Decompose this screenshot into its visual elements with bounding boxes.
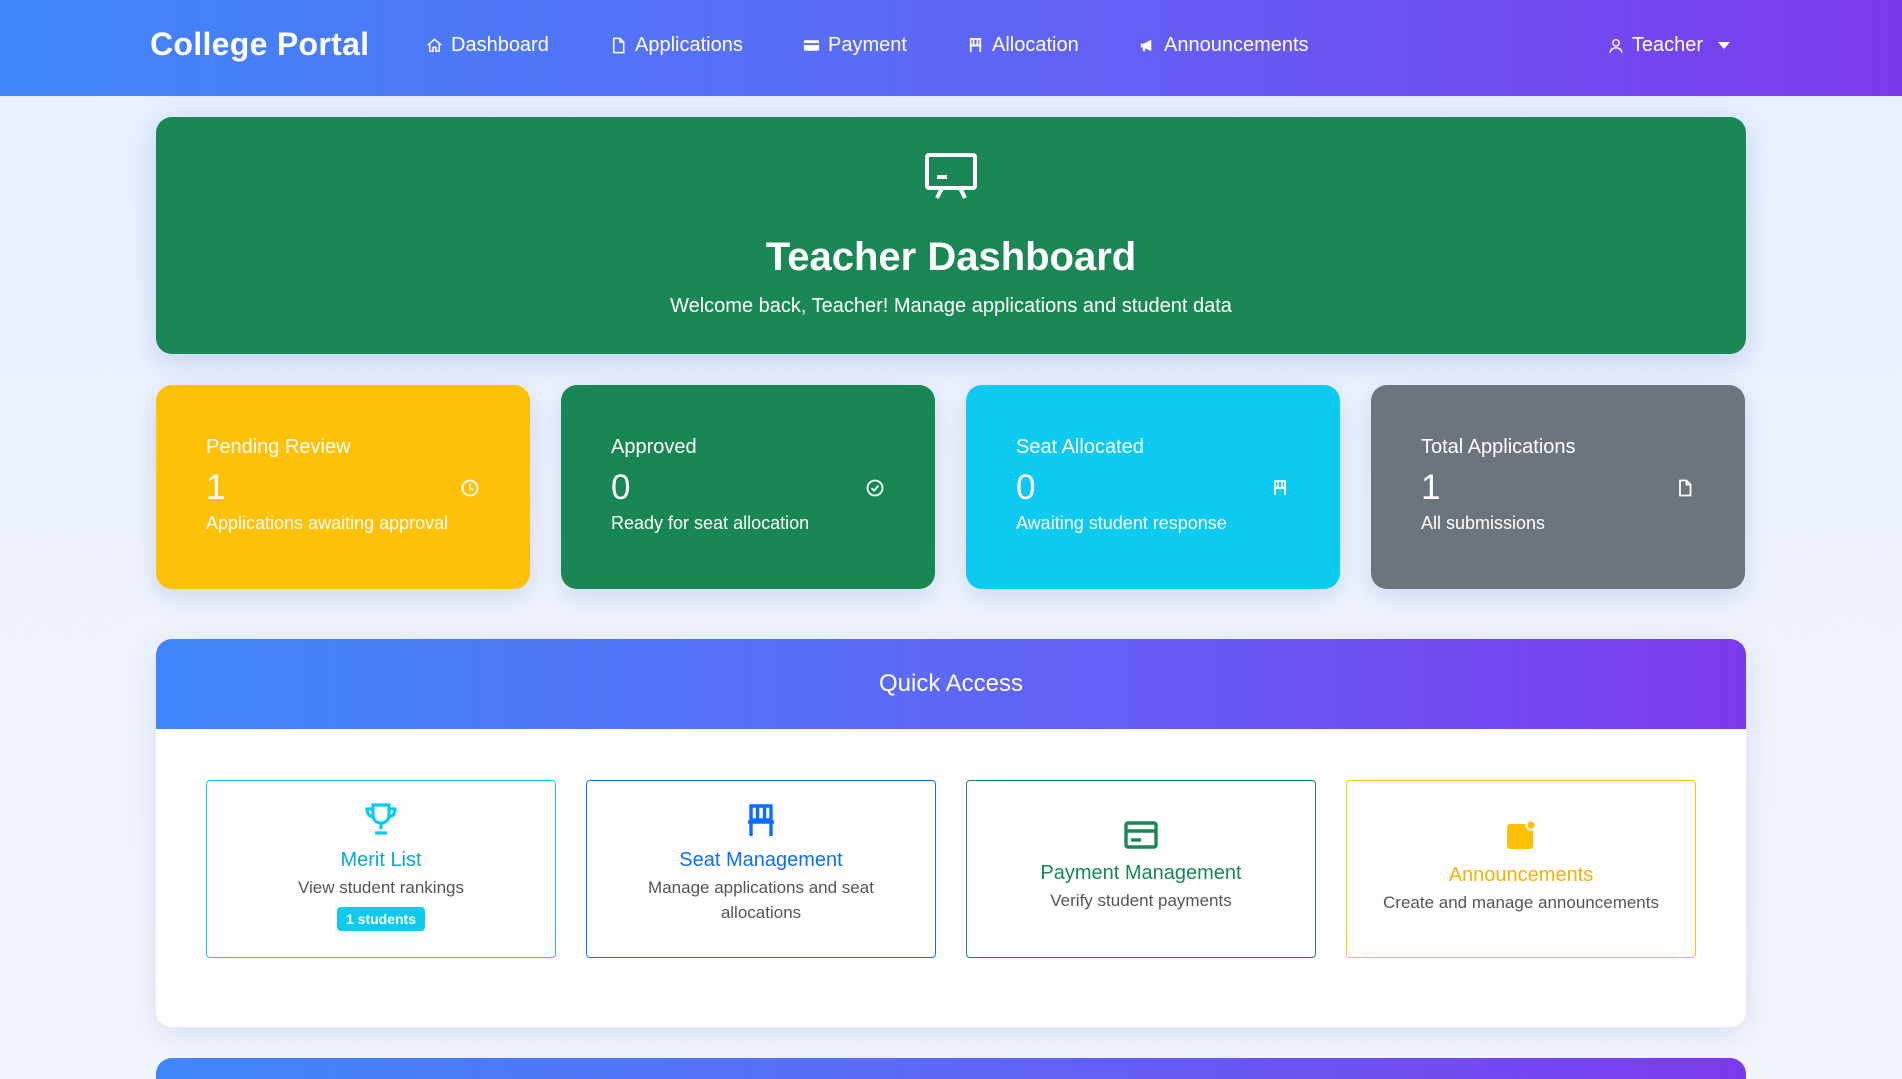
page-subtitle: Welcome back, Teacher! Manage applicatio…	[670, 295, 1232, 317]
clock-icon	[461, 479, 479, 497]
nav-item-dashboard[interactable]: Dashboard	[425, 34, 549, 57]
user-name: Teacher	[1631, 34, 1703, 56]
nav-item-payment[interactable]: Payment	[802, 34, 907, 57]
stat-label: Pending Review	[206, 436, 351, 458]
tile-description: Manage applications and seat allocations	[648, 878, 874, 922]
nav-label-dashboard: Dashboard	[451, 34, 549, 56]
tile-merit-list[interactable]: Merit List View student rankings 1 stude…	[206, 780, 556, 958]
stat-description: Awaiting student response	[1016, 513, 1227, 533]
stat-description: Applications awaiting approval	[206, 513, 449, 533]
stat-value: 0	[1016, 468, 1036, 507]
stat-card-pending: Pending Review 1 Applications awaiting a…	[156, 385, 530, 589]
next-section-header	[156, 1058, 1746, 1079]
stat-label: Total Applications	[1421, 436, 1576, 458]
tile-payment-management[interactable]: Payment Management Verify student paymen…	[966, 780, 1316, 958]
student-count-badge: 1 students	[336, 907, 425, 931]
announcement-icon	[1507, 819, 1537, 849]
nav-label-allocation: Allocation	[992, 34, 1079, 56]
tile-description: Create and manage announcements	[1383, 893, 1659, 912]
stat-card-seat-allocated: Seat Allocated 0 Awaiting student respon…	[966, 385, 1340, 589]
stat-card-approved: Approved 0 Ready for seat allocation	[561, 385, 935, 589]
nav-item-announcements[interactable]: Announcements	[1138, 34, 1309, 57]
check-circle-icon	[866, 479, 884, 497]
quick-access-title: Quick Access	[156, 639, 1746, 729]
stat-value: 1	[1421, 468, 1441, 507]
tile-seat-management[interactable]: Seat Management Manage applications and …	[586, 780, 936, 958]
chair-icon	[1274, 480, 1286, 495]
person-icon	[1609, 38, 1623, 53]
stat-label: Seat Allocated	[1016, 436, 1144, 458]
megaphone-icon	[1140, 39, 1152, 52]
trophy-icon	[365, 803, 397, 835]
brand-logo[interactable]: College Portal	[150, 26, 369, 63]
home-icon	[427, 38, 442, 52]
tile-title: Payment Management	[1040, 862, 1242, 884]
nav-item-applications[interactable]: Applications	[609, 34, 743, 57]
user-dropdown[interactable]: Teacher	[1607, 34, 1730, 57]
stat-value: 1	[206, 468, 226, 507]
page-title: Teacher Dashboard	[765, 235, 1137, 279]
credit-card-icon	[803, 40, 820, 51]
chevron-down-icon	[1718, 42, 1730, 49]
nav-label-applications: Applications	[635, 34, 743, 56]
tile-title: Seat Management	[679, 849, 843, 871]
nav-item-allocation[interactable]: Allocation	[966, 34, 1079, 57]
chair-icon	[748, 804, 774, 836]
stat-description: All submissions	[1421, 513, 1546, 533]
file-icon	[612, 37, 625, 54]
stat-description: Ready for seat allocation	[611, 513, 810, 533]
dashboard-hero: Teacher Dashboard Welcome back, Teacher!…	[156, 117, 1746, 354]
tile-title: Announcements	[1448, 864, 1594, 886]
nav-label-payment: Payment	[828, 34, 907, 56]
stat-card-total: Total Applications 1 All submissions	[1371, 385, 1745, 589]
chair-icon	[969, 37, 982, 53]
stat-label: Approved	[611, 436, 697, 458]
file-icon	[1679, 479, 1692, 497]
tile-announcements[interactable]: Announcements Create and manage announce…	[1346, 780, 1696, 958]
stat-value: 0	[611, 468, 631, 507]
quick-access-panel: Quick Access Merit List View student ran…	[156, 639, 1746, 1027]
tile-description: Verify student payments	[1050, 891, 1232, 910]
top-navbar: College Portal Dashboard Applications Pa…	[0, 0, 1902, 96]
tile-title: Merit List	[340, 849, 422, 871]
nav-label-announcements: Announcements	[1164, 34, 1309, 56]
credit-card-icon	[1124, 821, 1158, 849]
tile-description: View student rankings	[297, 878, 464, 897]
presentation-board-icon	[925, 153, 977, 199]
